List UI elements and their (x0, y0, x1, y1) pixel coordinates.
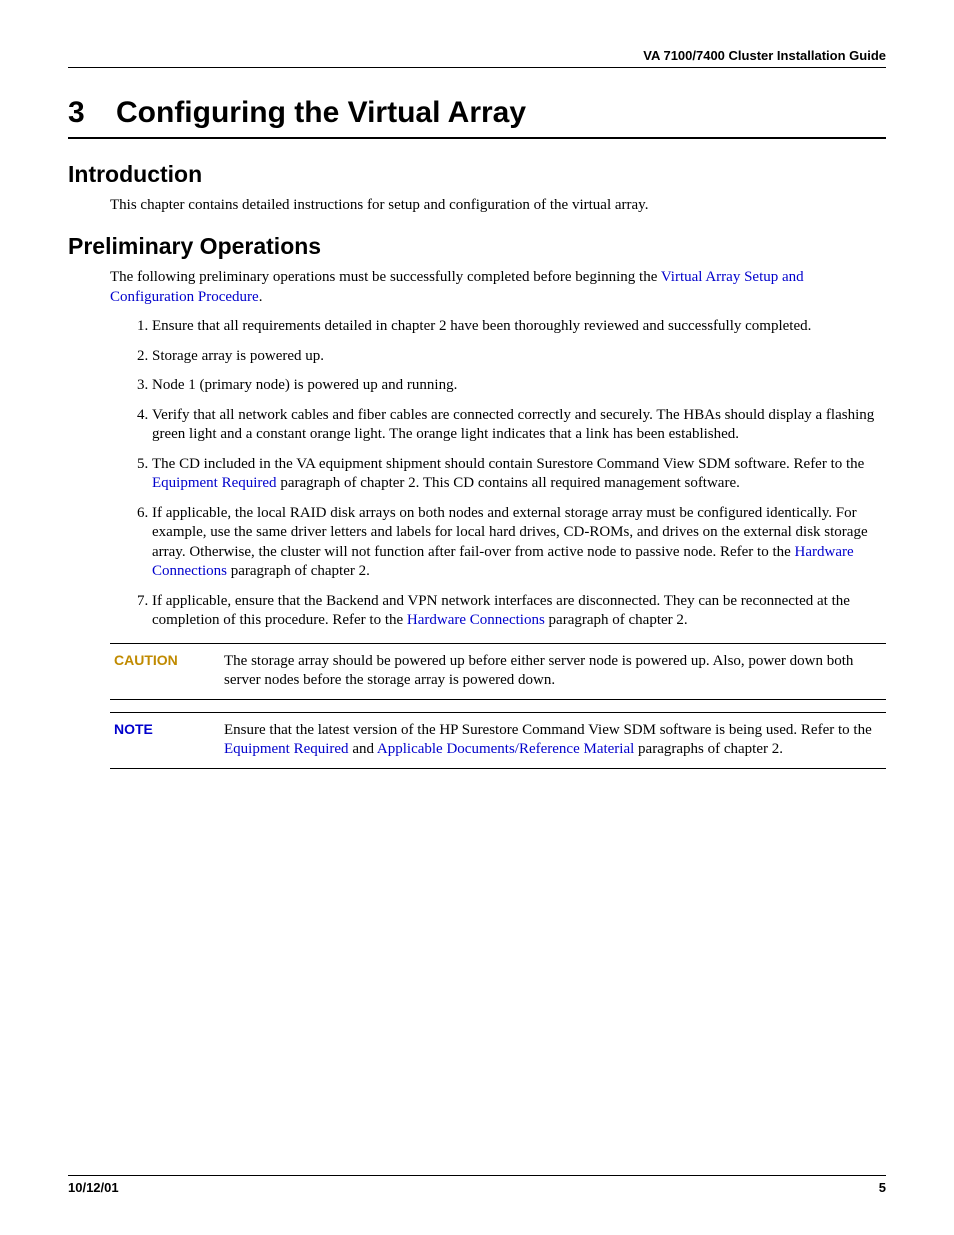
caution-label: CAUTION (114, 652, 224, 668)
note-pre: Ensure that the latest version of the HP… (224, 722, 872, 738)
chapter-title-text: Configuring the Virtual Array (116, 96, 526, 129)
intro-paragraph: This chapter contains detailed instructi… (110, 196, 886, 216)
footer-date: 10/12/01 (68, 1180, 119, 1195)
step-5-post: paragraph of chapter 2. This CD contains… (277, 475, 740, 491)
note-post: paragraphs of chapter 2. (634, 741, 783, 757)
caution-box: CAUTION The storage array should be powe… (110, 643, 886, 700)
link-equipment-required-2[interactable]: Equipment Required (224, 741, 349, 757)
prelim-steps: Ensure that all requirements detailed in… (116, 317, 886, 631)
link-hardware-connections-2[interactable]: Hardware Connections (407, 612, 545, 628)
chapter-rule (68, 137, 886, 139)
note-text: Ensure that the latest version of the HP… (224, 721, 882, 760)
section-preliminary-heading: Preliminary Operations (68, 233, 886, 260)
section-introduction-heading: Introduction (68, 161, 886, 188)
step-6-pre: If applicable, the local RAID disk array… (152, 505, 868, 560)
step-5: The CD included in the VA equipment ship… (152, 455, 886, 494)
prelim-lead: The following preliminary operations mus… (110, 268, 886, 307)
link-equipment-required-1[interactable]: Equipment Required (152, 475, 277, 491)
step-1: Ensure that all requirements detailed in… (152, 317, 886, 337)
running-header: VA 7100/7400 Cluster Installation Guide (68, 48, 886, 67)
step-7-post: paragraph of chapter 2. (545, 612, 688, 628)
step-2: Storage array is powered up. (152, 347, 886, 367)
link-applicable-documents[interactable]: Applicable Documents/Reference Material (377, 741, 634, 757)
chapter-title: 3Configuring the Virtual Array (68, 96, 886, 131)
caution-text: The storage array should be powered up b… (224, 652, 882, 691)
footer-rule (68, 1175, 886, 1176)
chapter-number: 3 (68, 96, 116, 131)
step-3: Node 1 (primary node) is powered up and … (152, 376, 886, 396)
step-6-post: paragraph of chapter 2. (227, 563, 370, 579)
step-6: If applicable, the local RAID disk array… (152, 504, 886, 582)
prelim-lead-post: . (259, 289, 263, 305)
step-4: Verify that all network cables and fiber… (152, 406, 886, 445)
note-mid: and (349, 741, 377, 757)
page: VA 7100/7400 Cluster Installation Guide … (0, 0, 954, 1235)
note-box: NOTE Ensure that the latest version of t… (110, 712, 886, 769)
step-5-pre: The CD included in the VA equipment ship… (152, 456, 864, 472)
step-7: If applicable, ensure that the Backend a… (152, 592, 886, 631)
prelim-lead-pre: The following preliminary operations mus… (110, 269, 661, 285)
footer: 10/12/01 5 (68, 1175, 886, 1195)
note-label: NOTE (114, 721, 224, 737)
footer-page: 5 (879, 1180, 886, 1195)
header-rule (68, 67, 886, 68)
